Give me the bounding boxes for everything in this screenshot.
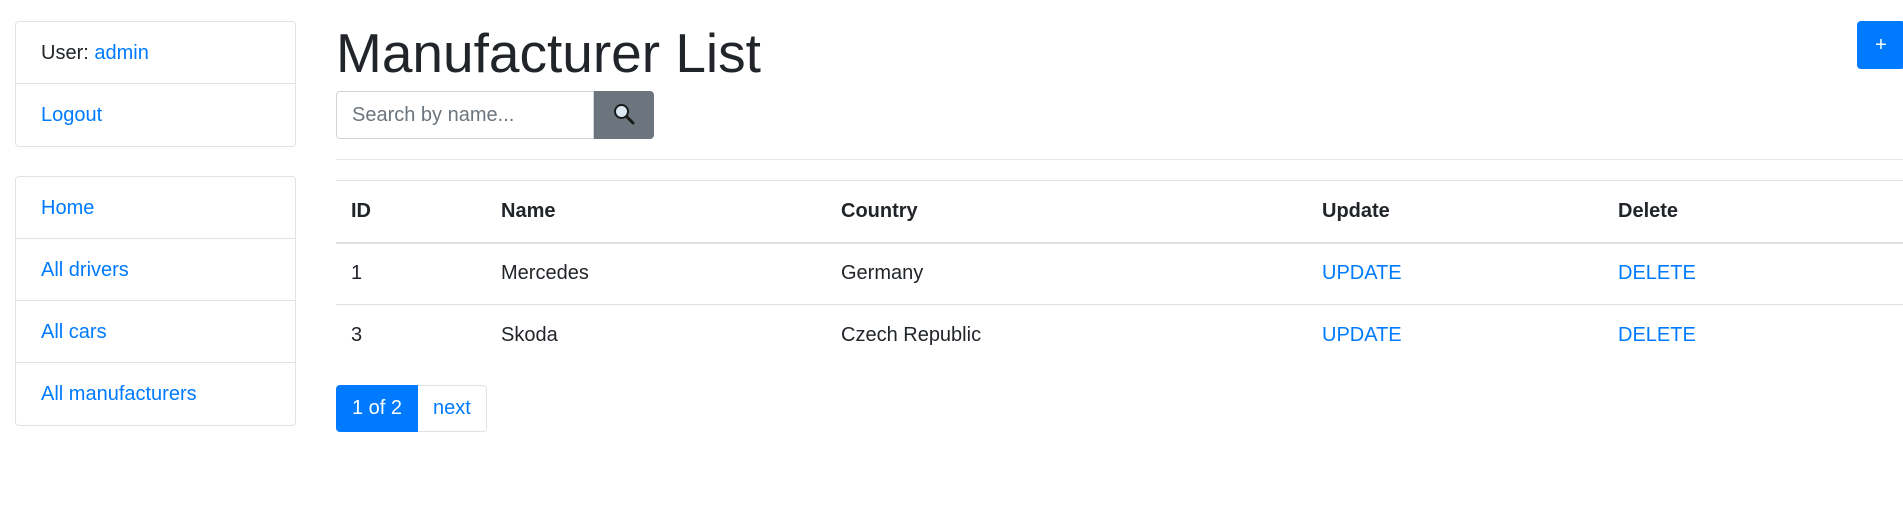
manufacturers-table: ID Name Country Update Delete 1 Mercedes… — [336, 180, 1903, 367]
sidebar-link-home[interactable]: Home — [41, 197, 94, 219]
sidebar-item-cars: All cars — [16, 301, 295, 363]
search-icon — [612, 102, 636, 129]
sidebar-item-manufacturers: All manufacturers — [16, 363, 295, 425]
cell-name: Skoda — [501, 324, 558, 347]
cell-update: UPDATE — [1307, 243, 1603, 305]
cell-id: 3 — [351, 324, 363, 347]
search-form — [336, 91, 654, 139]
user-info: User: admin — [16, 22, 295, 84]
column-header-name: Name — [501, 199, 556, 222]
pagination: 1 of 2 next — [336, 385, 487, 432]
cell-country: Germany — [841, 262, 924, 285]
sidebar-link-drivers[interactable]: All drivers — [41, 259, 129, 281]
delete-link[interactable]: DELETE — [1618, 324, 1696, 346]
delete-link[interactable]: DELETE — [1618, 262, 1696, 284]
sidebar-item-home: Home — [16, 177, 295, 239]
logout-item: Logout — [16, 84, 295, 146]
search-button[interactable] — [594, 91, 654, 139]
search-input[interactable] — [336, 91, 594, 139]
column-header-update: Update — [1322, 199, 1390, 222]
table-row: 1 Mercedes Germany UPDATE DELETE — [336, 243, 1903, 305]
column-header-country: Country — [841, 199, 918, 222]
sidebar-link-cars[interactable]: All cars — [41, 321, 107, 343]
cell-id: 1 — [351, 262, 363, 285]
user-label: User: — [41, 42, 89, 64]
pagination-current: 1 of 2 — [336, 385, 419, 432]
cell-delete: DELETE — [1603, 243, 1903, 305]
username-link[interactable]: admin — [94, 42, 148, 64]
column-header-delete: Delete — [1618, 199, 1679, 222]
logout-link[interactable]: Logout — [41, 104, 102, 126]
sidebar-nav: Home All drivers All cars All manufactur… — [15, 176, 296, 426]
update-link[interactable]: UPDATE — [1322, 262, 1402, 284]
table-row: 3 Skoda Czech Republic UPDATE DELETE — [336, 305, 1903, 367]
table-header-row: ID Name Country Update Delete — [336, 180, 1903, 243]
sidebar-item-drivers: All drivers — [16, 239, 295, 301]
cell-country: Czech Republic — [841, 324, 982, 347]
divider — [336, 159, 1903, 160]
cell-delete: DELETE — [1603, 305, 1903, 367]
cell-name: Mercedes — [501, 262, 589, 285]
user-panel: User: admin Logout — [15, 21, 296, 147]
column-header-id: ID — [351, 199, 371, 222]
add-manufacturer-button[interactable]: + — [1857, 21, 1903, 69]
cell-update: UPDATE — [1307, 305, 1603, 367]
sidebar-link-manufacturers[interactable]: All manufacturers — [41, 383, 197, 405]
update-link[interactable]: UPDATE — [1322, 324, 1402, 346]
page-title: Manufacturer List — [336, 22, 761, 84]
pagination-next-link[interactable]: next — [418, 385, 487, 432]
